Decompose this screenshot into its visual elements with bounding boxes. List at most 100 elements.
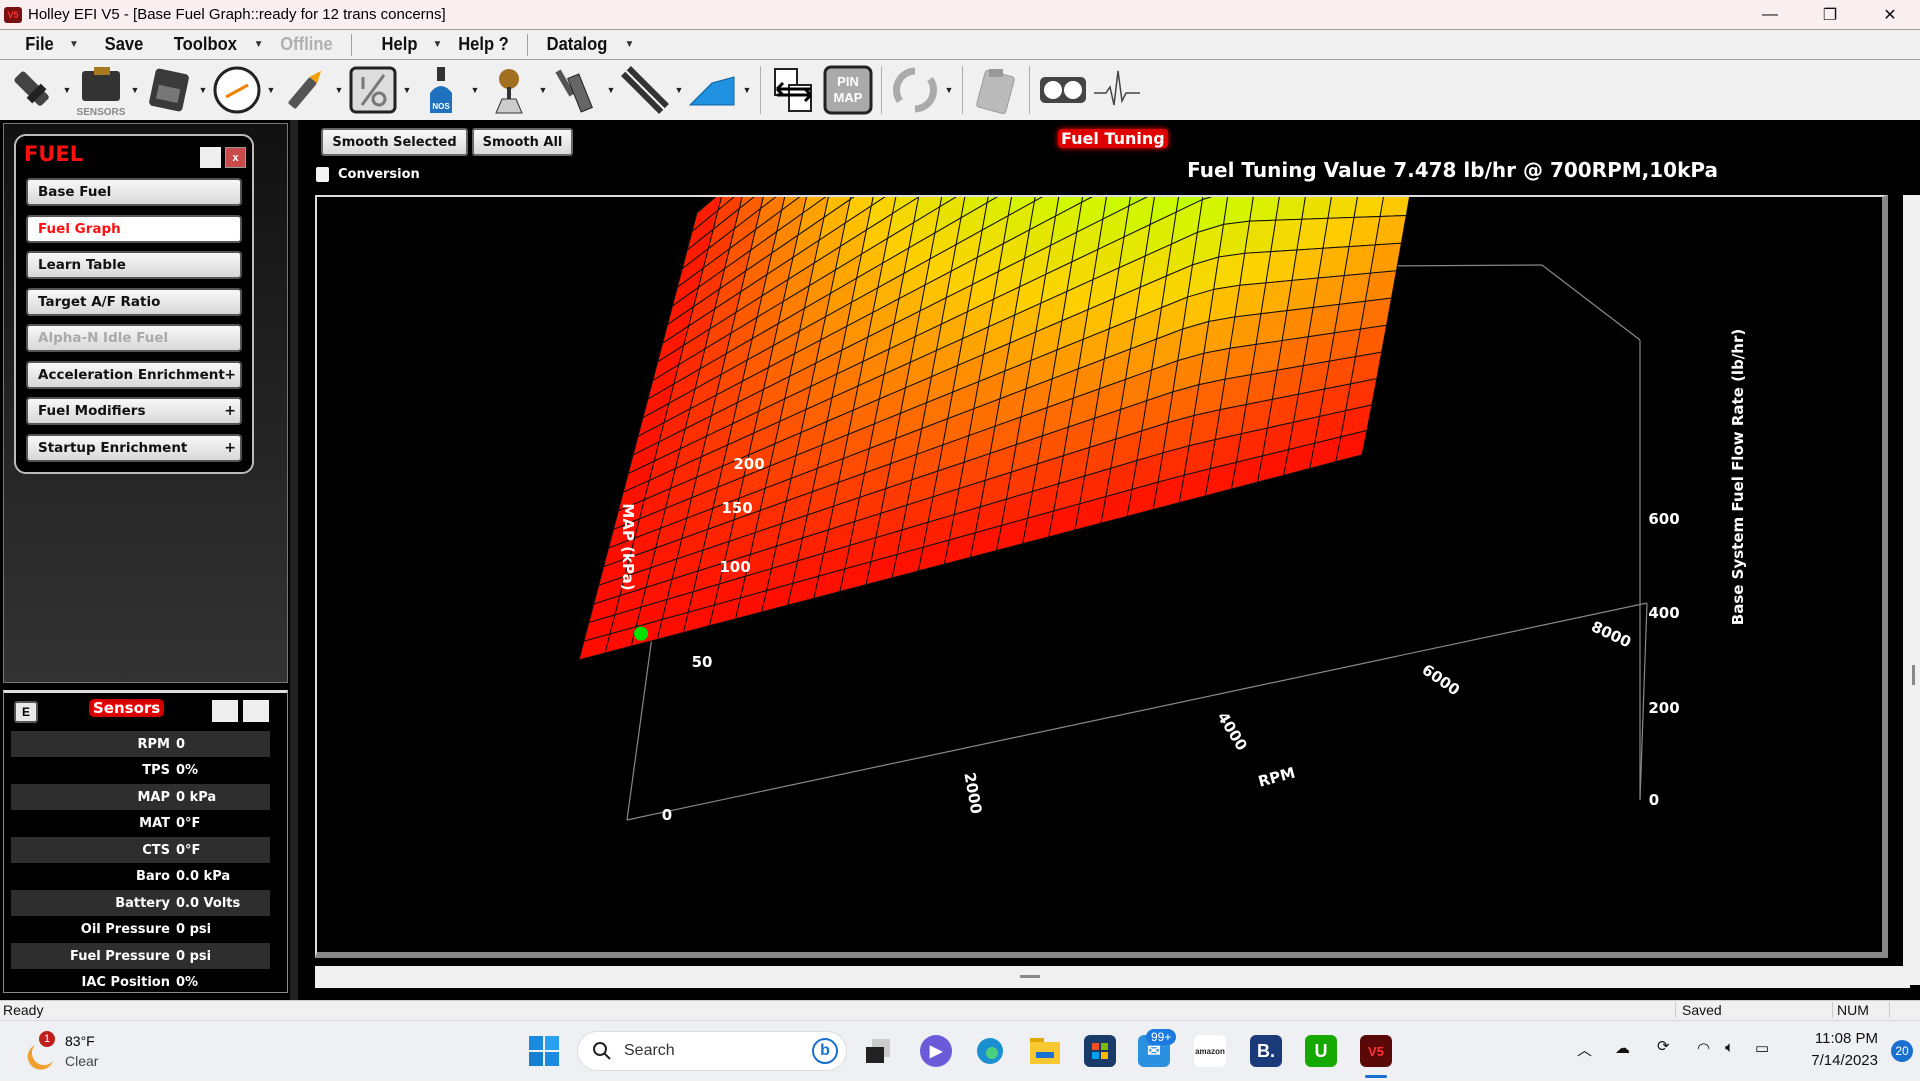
menu-file[interactable]: File — [16, 34, 63, 55]
selected-point-marker[interactable] — [634, 627, 648, 641]
percent-dropdown[interactable]: ▼ — [400, 85, 414, 95]
menu-toolbox-dropdown[interactable]: ▼ — [254, 39, 264, 50]
menu-save[interactable]: Save — [95, 34, 152, 55]
heartbeat-icon[interactable] — [1090, 63, 1144, 117]
expand-plus-icon[interactable]: + — [224, 440, 236, 456]
close-button[interactable]: ✕ — [1860, 0, 1920, 29]
booking-icon[interactable]: B. — [1250, 1035, 1282, 1067]
pedal-icon[interactable] — [550, 63, 604, 117]
file-explorer-icon[interactable] — [1029, 1035, 1061, 1067]
task-view-icon[interactable] — [862, 1035, 894, 1067]
plot-frame[interactable]: 05010015020002004006002000400060008000RP… — [315, 195, 1888, 958]
bing-icon[interactable]: b — [812, 1038, 838, 1064]
efi-ecu-icon[interactable] — [142, 63, 196, 117]
injector-icon[interactable] — [6, 63, 60, 117]
menu-toolbox[interactable]: Toolbox — [165, 34, 247, 55]
sensors-maximize-button[interactable] — [243, 700, 269, 722]
sync-icon[interactable] — [888, 63, 942, 117]
holley-v5-taskbar-icon[interactable]: V5 — [1360, 1035, 1392, 1067]
surface-cell[interactable] — [1370, 243, 1401, 273]
clock-time[interactable]: 11:08 PM — [1798, 1030, 1878, 1047]
strip-icon[interactable] — [618, 63, 672, 117]
clipboard-icon[interactable] — [969, 63, 1023, 117]
efi-dropdown[interactable]: ▼ — [196, 85, 210, 95]
menu-help-dropdown[interactable]: ▼ — [433, 39, 443, 50]
restore-button[interactable]: ❐ — [1800, 0, 1860, 29]
expand-plus-icon[interactable]: + — [224, 367, 236, 383]
fuel-menu-button[interactable]: Fuel Modifiers+ — [26, 397, 242, 425]
nitrous-dropdown[interactable]: ▼ — [468, 85, 482, 95]
toolbar: ▼ SENSORS ▼ ▼ ▼ ▼ ▼ NOS ▼ ▼ ▼ ▼ ▼ PINMAP… — [0, 60, 1920, 120]
sync-dropdown[interactable]: ▼ — [942, 85, 956, 95]
fuel-menu-button[interactable]: Target A/F Ratio — [26, 288, 242, 316]
fuel-menu-button[interactable]: Startup Enrichment+ — [26, 434, 242, 462]
vertical-scroll-grip[interactable] — [1912, 665, 1915, 685]
nitrous-bottle-icon[interactable]: NOS — [414, 63, 468, 117]
transfer-icon[interactable] — [767, 63, 821, 117]
fuel-menu-button[interactable]: Acceleration Enrichment+ — [26, 361, 242, 389]
sensors-minimize-button[interactable] — [212, 700, 238, 722]
menu-datalog-dropdown[interactable]: ▼ — [624, 39, 634, 50]
fuel-panel-minimize-button[interactable] — [200, 147, 221, 168]
smooth-all-button[interactable]: Smooth All — [472, 128, 573, 156]
3d-table-icon[interactable] — [686, 63, 740, 117]
smooth-selected-button[interactable]: Smooth Selected — [321, 128, 468, 156]
surface-cell[interactable] — [1360, 298, 1391, 329]
horizontal-splitter-grip[interactable] — [1020, 975, 1040, 978]
clock-date[interactable]: 7/14/2023 — [1798, 1052, 1878, 1069]
surface-cell[interactable] — [579, 634, 610, 660]
surface-cell[interactable] — [1380, 197, 1411, 216]
sync-status-icon[interactable]: ⟳ — [1657, 1037, 1670, 1055]
flow-tick-label: 0 — [1649, 791, 1659, 809]
sensors-icon[interactable]: SENSORS — [74, 63, 128, 117]
menu-help-question[interactable]: Help ? — [449, 34, 518, 55]
pedal-dropdown[interactable]: ▼ — [604, 85, 618, 95]
expand-plus-icon[interactable]: + — [224, 403, 236, 419]
edge-icon[interactable] — [974, 1035, 1006, 1067]
onedrive-icon[interactable]: ☁ — [1615, 1039, 1630, 1057]
menu-datalog[interactable]: Datalog — [538, 34, 617, 55]
upwork-icon[interactable]: U — [1305, 1035, 1337, 1067]
percent-icon[interactable] — [346, 63, 400, 117]
spark-plug-icon[interactable] — [278, 63, 332, 117]
wifi-icon[interactable]: ◠ — [1697, 1039, 1710, 1057]
surface-plot[interactable]: 05010015020002004006002000400060008000RP… — [317, 197, 1882, 952]
surface-cell[interactable] — [1375, 216, 1406, 245]
notification-badge[interactable]: 20 — [1891, 1040, 1913, 1062]
fuel-menu-button[interactable]: Learn Table — [26, 251, 242, 279]
shifter-icon[interactable] — [482, 63, 536, 117]
search-icon — [592, 1041, 612, 1061]
pin-map-icon[interactable]: PINMAP — [821, 63, 875, 117]
tray-overflow-icon[interactable]: ︿ — [1577, 1039, 1592, 1060]
fuel-menu-button[interactable]: Base Fuel — [26, 178, 242, 206]
strip-dropdown[interactable]: ▼ — [672, 85, 686, 95]
sensors-dropdown[interactable]: ▼ — [128, 85, 142, 95]
start-button[interactable] — [528, 1035, 560, 1067]
teams-icon[interactable]: ▶ — [920, 1035, 952, 1067]
vertical-scrollbar[interactable] — [1903, 195, 1920, 985]
volume-icon[interactable]: 🔈︎ — [1725, 1039, 1734, 1056]
horizontal-splitter[interactable] — [315, 966, 1910, 988]
3d-table-dropdown[interactable]: ▼ — [740, 85, 754, 95]
gauge-dropdown[interactable]: ▼ — [264, 85, 278, 95]
injector-dropdown[interactable]: ▼ — [60, 85, 74, 95]
fuel-panel-close-button[interactable]: x — [225, 147, 246, 168]
spark-plug-dropdown[interactable]: ▼ — [332, 85, 346, 95]
minimize-button[interactable]: — — [1740, 0, 1800, 29]
weather-widget[interactable]: 1 83°F Clear — [25, 1031, 125, 1075]
store-icon[interactable] — [1084, 1035, 1116, 1067]
taskbar-search[interactable]: Search b — [577, 1031, 847, 1071]
battery-icon[interactable]: ▭ — [1755, 1039, 1769, 1057]
dual-gauges-icon[interactable] — [1036, 63, 1090, 117]
active-app-indicator — [1365, 1075, 1387, 1078]
menu-help[interactable]: Help — [372, 34, 426, 55]
amazon-icon[interactable]: amazon — [1194, 1035, 1226, 1067]
fuel-menu-button[interactable]: Fuel Graph — [26, 215, 242, 243]
weather-badge: 1 — [39, 1031, 55, 1047]
map-tick-label: 200 — [733, 455, 764, 473]
shifter-dropdown[interactable]: ▼ — [536, 85, 550, 95]
gauge-icon[interactable] — [210, 63, 264, 117]
sensors-e-button[interactable]: E — [14, 701, 38, 723]
menu-file-dropdown[interactable]: ▼ — [69, 39, 79, 50]
surface-cell[interactable] — [1365, 271, 1396, 301]
